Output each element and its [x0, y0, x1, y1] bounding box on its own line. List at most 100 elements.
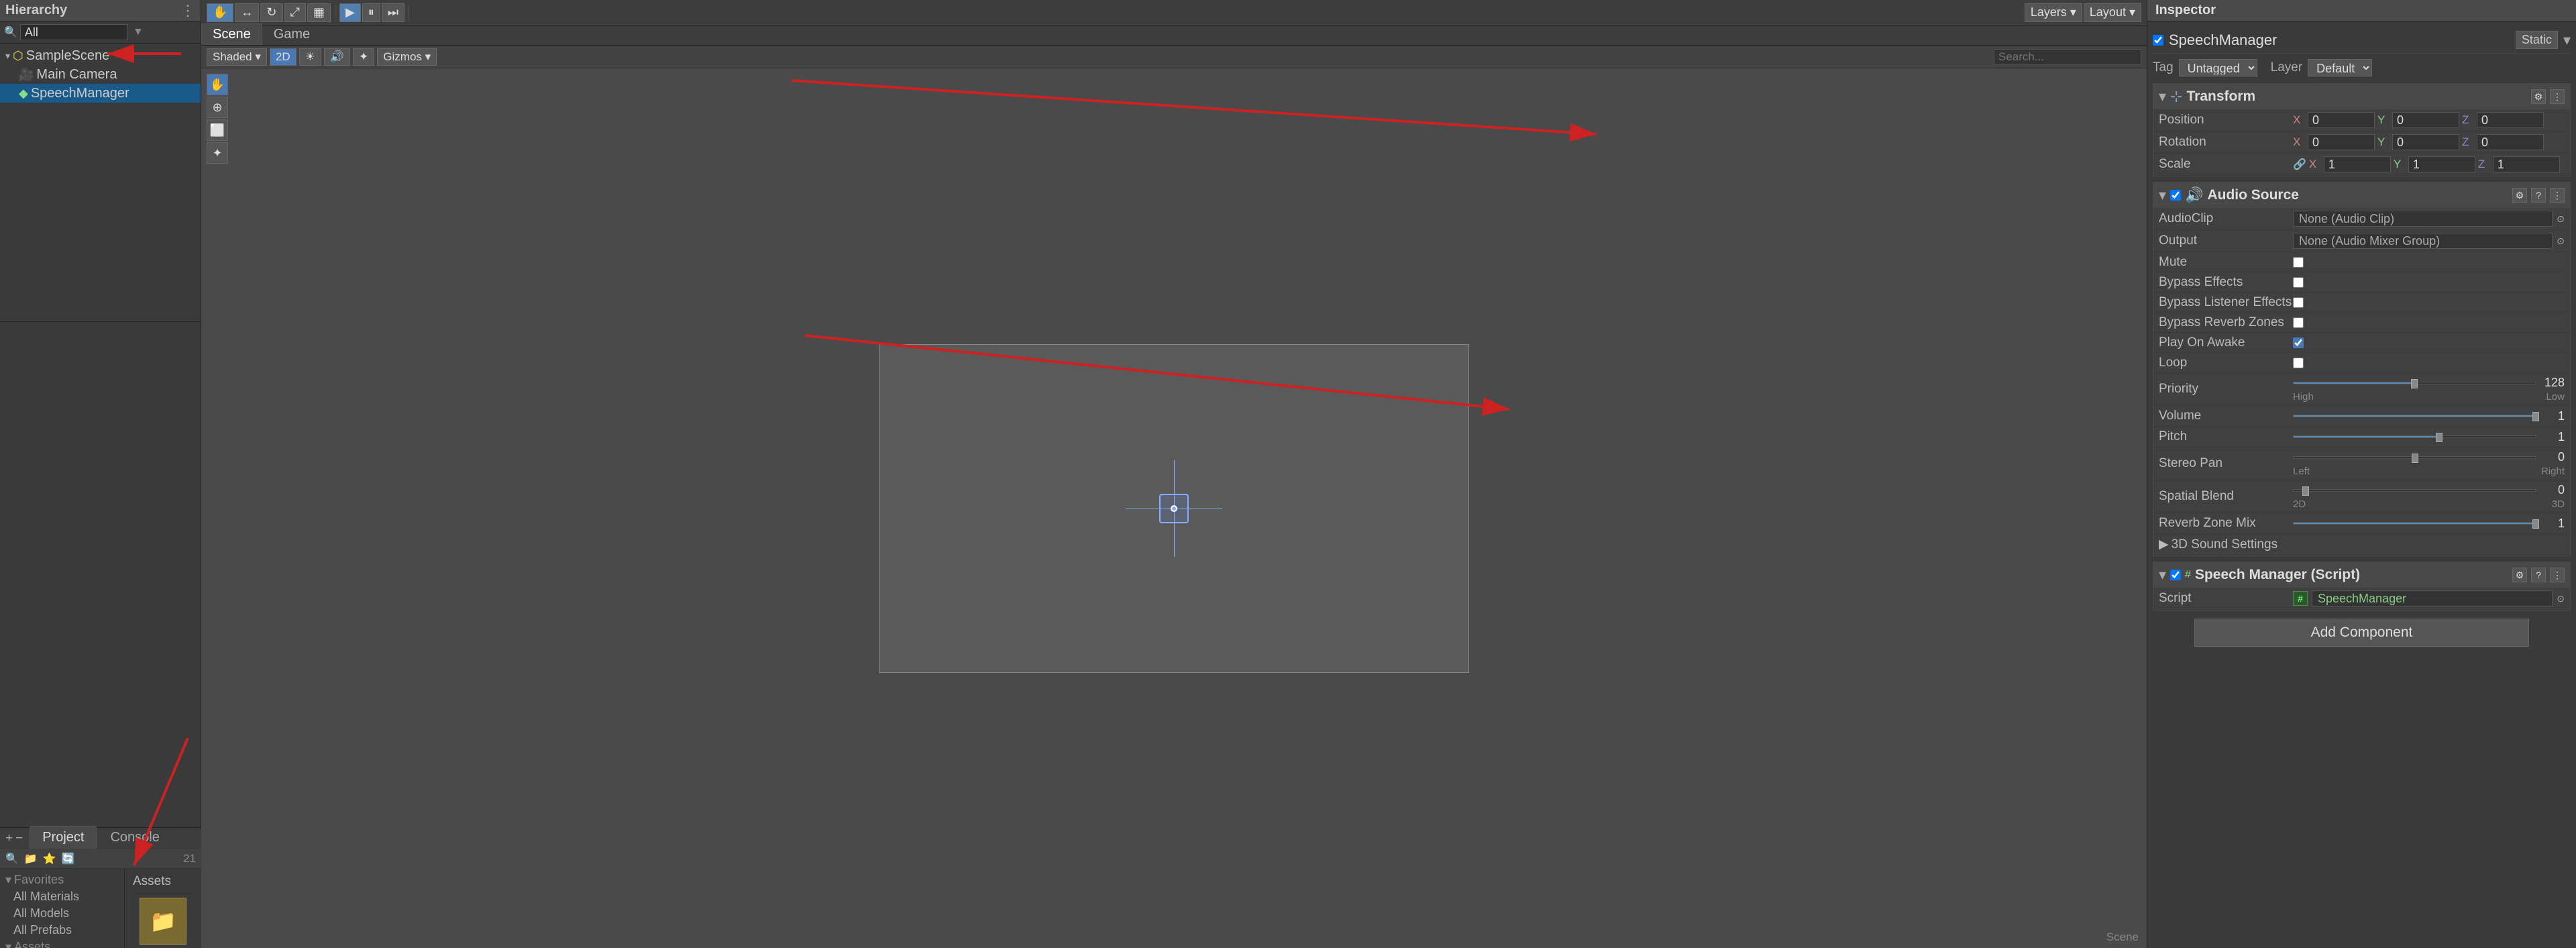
scene-lighting-btn[interactable]: ☀ [299, 48, 321, 66]
scale-z-input[interactable] [2493, 156, 2560, 172]
layout-btn[interactable]: Layout ▾ [2084, 3, 2141, 22]
scene-object[interactable] [1159, 494, 1189, 523]
layers-btn[interactable]: Layers ▾ [2025, 3, 2082, 22]
current-folder-label: Assets [133, 874, 193, 894]
volume-slider[interactable] [2293, 409, 2536, 423]
tool-move[interactable]: ↔ [235, 3, 259, 22]
spatial-thumb[interactable] [2302, 486, 2309, 496]
fav-arrow-icon: ▾ [5, 873, 11, 887]
scenes-folder-item[interactable]: 📁 Scenes [133, 898, 193, 948]
scene-audio-btn[interactable]: 🔊 [324, 48, 350, 66]
reverb-slider[interactable] [2293, 517, 2536, 530]
tab-scene[interactable]: Scene [201, 23, 262, 45]
mute-checkbox[interactable] [2293, 257, 2304, 268]
sound-3d-settings[interactable]: ▶ 3D Sound Settings [2153, 534, 2570, 556]
object-active-checkbox[interactable] [2153, 35, 2163, 46]
rot-y-input[interactable] [2392, 134, 2459, 150]
audio-source-enable-checkbox[interactable] [2170, 190, 2181, 201]
scene-tool-3[interactable]: ⬜ [207, 119, 228, 141]
static-dropdown-icon[interactable]: ▾ [2563, 32, 2571, 49]
transform-header[interactable]: ▾ ⊹ Transform ⚙ ⋮ [2153, 84, 2570, 109]
hierarchy-camera-item[interactable]: 🎥 Main Camera [0, 65, 201, 84]
stereo-slider[interactable] [2293, 451, 2536, 464]
scene-gizmos-btn[interactable]: Gizmos ▾ [377, 48, 437, 66]
script-name-field[interactable]: SpeechManager [2312, 590, 2553, 607]
spatial-slider[interactable] [2293, 484, 2536, 497]
bypass-effects-checkbox[interactable] [2293, 277, 2304, 288]
output-pick-btn[interactable]: ⊙ [2557, 235, 2565, 247]
audioclip-pick-btn[interactable]: ⊙ [2557, 213, 2565, 225]
fav-all-prefabs[interactable]: All Prefabs [0, 922, 124, 939]
stereo-thumb[interactable] [2412, 454, 2418, 463]
project-tb-icon1[interactable]: 📁 [24, 852, 38, 865]
rot-x-input[interactable] [2308, 134, 2375, 150]
rot-z-input[interactable] [2477, 134, 2544, 150]
project-tb-icon2[interactable]: ⭐ [43, 852, 56, 865]
tool-hand[interactable]: ✋ [207, 3, 233, 22]
speech-manager-help-btn[interactable]: ? [2531, 568, 2546, 582]
scale-x-input[interactable] [2324, 156, 2391, 172]
sound-3d-label: 3D Sound Settings [2171, 537, 2277, 552]
scene-fx-btn[interactable]: ✦ [353, 48, 374, 66]
output-none-field[interactable]: None (Audio Mixer Group) [2293, 233, 2553, 249]
layer-select[interactable]: Default [2308, 59, 2372, 76]
script-pick-btn[interactable]: ⊙ [2557, 593, 2565, 604]
audio-source-menu-btn[interactable]: ⋮ [2550, 188, 2565, 203]
reverb-thumb[interactable] [2532, 519, 2539, 529]
priority-slider[interactable] [2293, 376, 2536, 390]
tab-project[interactable]: Project [30, 826, 97, 849]
pos-z-input[interactable]: 0 [2477, 112, 2544, 128]
hierarchy-scene-item[interactable]: ▾ ⬡ SampleScene [0, 46, 201, 65]
scale-y-input[interactable] [2408, 156, 2475, 172]
tool-rect[interactable]: ▦ [307, 3, 331, 22]
play-btn[interactable]: ▶ [339, 3, 361, 22]
pos-x-input[interactable]: 0 [2308, 112, 2375, 128]
tool-scale[interactable]: ⤢ [284, 3, 306, 22]
priority-thumb[interactable] [2411, 379, 2418, 388]
speech-manager-menu-btn[interactable]: ⋮ [2550, 568, 2565, 582]
fav-all-models[interactable]: All Models [0, 905, 124, 922]
audio-source-help-btn[interactable]: ? [2531, 188, 2546, 203]
hierarchy-menu-icon[interactable]: ⋮ [180, 2, 195, 19]
hierarchy-speech-manager-item[interactable]: ◆ SpeechManager [0, 84, 201, 103]
audio-source-settings-btn[interactable]: ⚙ [2512, 188, 2527, 203]
audioclip-none-field[interactable]: None (Audio Clip) [2293, 211, 2553, 227]
bypass-listener-checkbox[interactable] [2293, 297, 2304, 308]
scene-search-input[interactable] [1994, 49, 2141, 65]
speech-manager-header[interactable]: ▾ # Speech Manager (Script) ⚙ ? ⋮ [2153, 562, 2570, 588]
speech-manager-settings-btn[interactable]: ⚙ [2512, 568, 2527, 582]
center-column: ✋ ↔ ↻ ⤢ ▦ ▶ ⏸ ⏭ Layers ▾ Layout ▾ Scene … [201, 0, 2147, 948]
fav-all-materials[interactable]: All Materials [0, 888, 124, 905]
play-on-awake-checkbox[interactable] [2293, 337, 2304, 348]
bypass-reverb-checkbox[interactable] [2293, 317, 2304, 328]
tool-rotate[interactable]: ↻ [260, 3, 282, 22]
scene-2d-btn[interactable]: 2D [270, 48, 297, 66]
loop-checkbox[interactable] [2293, 358, 2304, 368]
bottom-add-btn[interactable]: + − [0, 829, 28, 849]
bottom-tabs-bar: + − Project Console [0, 827, 201, 849]
transform-menu-btn[interactable]: ⋮ [2550, 89, 2565, 104]
add-component-button[interactable]: Add Component [2194, 619, 2528, 647]
audio-source-header[interactable]: ▾ 🔊 Audio Source ⚙ ? ⋮ [2153, 182, 2570, 208]
tag-select[interactable]: Untagged [2179, 59, 2257, 76]
tab-game[interactable]: Game [262, 23, 321, 45]
pitch-slider[interactable] [2293, 430, 2536, 443]
scene-view-inner [201, 68, 2147, 948]
pause-btn[interactable]: ⏸ [362, 3, 380, 22]
project-tb-icon3[interactable]: 🔄 [62, 852, 75, 865]
tab-console[interactable]: Console [98, 827, 171, 849]
scene-tool-4[interactable]: ✦ [207, 142, 228, 164]
volume-label: Volume [2159, 409, 2293, 423]
pos-y-input[interactable]: 0 [2392, 112, 2459, 128]
scene-tool-1[interactable]: ✋ [207, 74, 228, 95]
hierarchy-filter-icon[interactable]: ▼ [133, 26, 144, 38]
object-name-field[interactable]: SpeechManager [2169, 32, 2510, 49]
pitch-thumb[interactable] [2436, 433, 2443, 442]
transform-settings-btn[interactable]: ⚙ [2531, 89, 2546, 104]
step-btn[interactable]: ⏭ [382, 3, 405, 22]
speech-manager-enable-checkbox[interactable] [2170, 570, 2181, 580]
scene-tool-2[interactable]: ⊕ [207, 97, 228, 118]
hierarchy-search-input[interactable] [20, 24, 127, 40]
volume-thumb[interactable] [2532, 412, 2539, 421]
scene-shaded-btn[interactable]: Shaded ▾ [207, 48, 267, 66]
